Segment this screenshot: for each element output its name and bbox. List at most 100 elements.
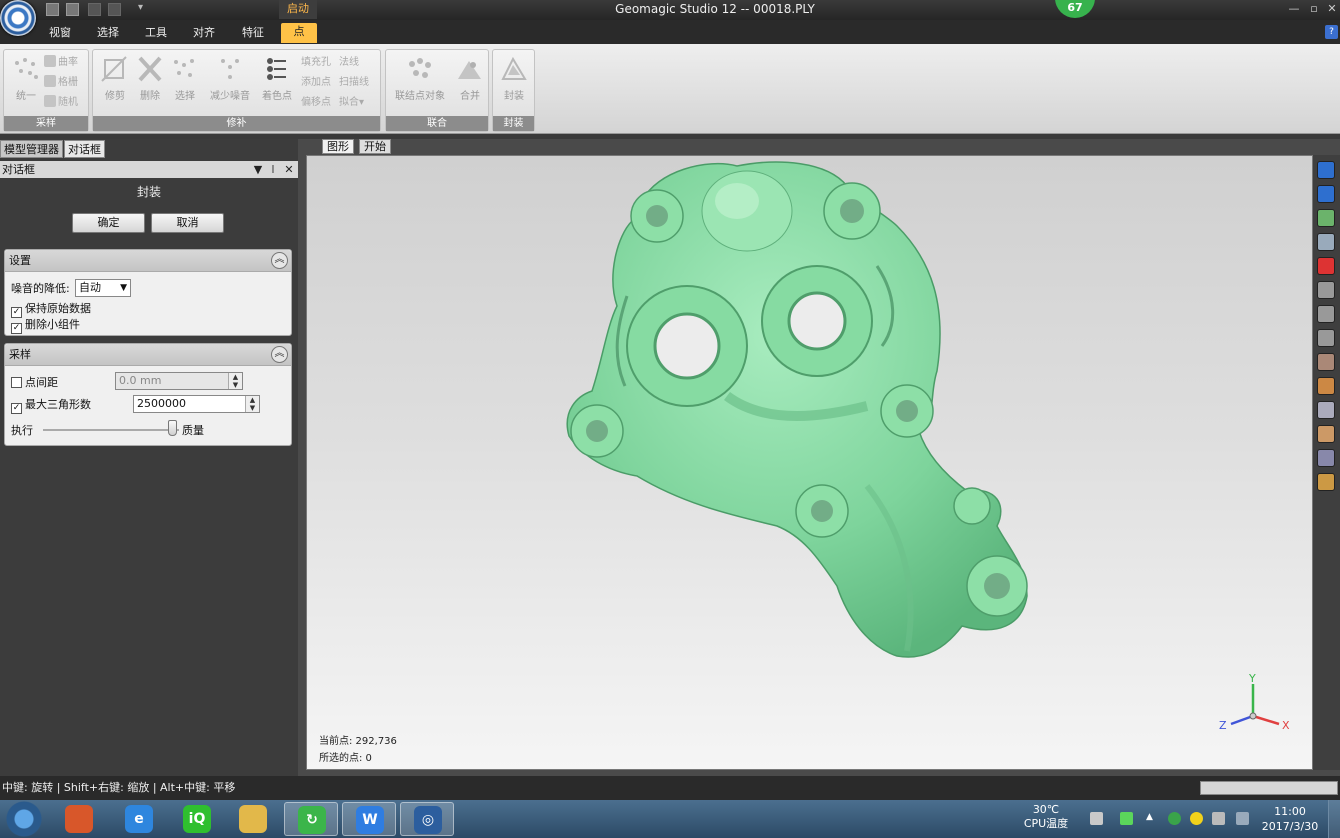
select-color-icon[interactable] <box>1317 449 1335 467</box>
taskbar-app-color-pinwheel[interactable] <box>52 802 106 836</box>
ok-button[interactable]: 确定 <box>72 213 145 233</box>
fit-button[interactable]: 拟合▾ <box>339 94 364 112</box>
quick-access-save-icon[interactable] <box>66 3 79 16</box>
random-sample-button[interactable]: 随机 <box>44 94 78 112</box>
system-clock[interactable]: 11:00 2017/3/30 <box>1258 804 1322 834</box>
point-spacing-row[interactable]: 点间距 <box>11 374 58 390</box>
reduce-noise-button[interactable]: 减少噪音 <box>205 53 255 105</box>
select-custom-icon[interactable] <box>1317 377 1335 395</box>
context-tab-qidong[interactable]: 启动 <box>279 0 317 19</box>
start-button[interactable] <box>2 801 46 837</box>
add-points-button[interactable]: 添加点 <box>301 74 331 92</box>
tab-select[interactable]: 选择 <box>90 24 126 44</box>
curvature-sample-button[interactable]: 曲率 <box>44 54 78 72</box>
quick-access-dropdown-icon[interactable]: ▾ <box>138 2 143 13</box>
max-triangles-checkbox[interactable]: ✓ <box>11 403 22 414</box>
select-through-icon[interactable] <box>1317 401 1335 419</box>
close-button[interactable]: ✕ <box>1324 1 1340 17</box>
pin-icon[interactable]: 𝍷 <box>267 161 279 178</box>
view-layer-icon[interactable] <box>1317 209 1335 227</box>
merge-button[interactable]: 合并 <box>448 53 492 105</box>
taskbar-app-ie[interactable]: e <box>112 802 166 836</box>
tab-align[interactable]: 对齐 <box>186 24 222 44</box>
collapse-up-icon[interactable]: ︽ <box>271 346 288 363</box>
app-logo-icon[interactable] <box>0 0 36 36</box>
select-rect-icon[interactable] <box>1317 281 1335 299</box>
tab-points[interactable]: 点 <box>281 23 317 43</box>
taskbar-app-refresh-green[interactable]: ↻ <box>284 802 338 836</box>
show-desktop-button[interactable] <box>1328 800 1340 838</box>
offset-points-button[interactable]: 偏移点 <box>301 94 331 112</box>
remove-small-row[interactable]: ✓ 删除小组件 <box>11 316 80 334</box>
normals-button[interactable]: 法线 <box>339 54 359 72</box>
sampling-section-header[interactable]: 采样 ︽ <box>5 344 291 366</box>
redo-icon[interactable] <box>108 3 121 16</box>
scanned-part-model[interactable]: Y X Z <box>307 156 1313 770</box>
3d-canvas[interactable]: Y X Z 当前点: 292,736 所选的点: 0 <box>306 155 1313 770</box>
notification-badge[interactable]: 67 <box>1055 0 1095 18</box>
undo-icon[interactable] <box>88 3 101 16</box>
point-spacing-input[interactable]: 0.0 mm ▲ ▼ <box>115 372 243 390</box>
select-line-icon[interactable] <box>1317 329 1335 347</box>
quality-slider-thumb[interactable] <box>168 420 178 436</box>
random-label: 随机 <box>58 97 78 108</box>
volume-icon[interactable] <box>1212 812 1225 825</box>
quality-slider-track[interactable] <box>43 429 179 431</box>
color-points-label: 着色点 <box>262 91 292 102</box>
tab-start[interactable]: 开始 <box>359 139 391 154</box>
panel-close-icon[interactable]: ✕ <box>283 161 295 178</box>
grid-sample-button[interactable]: 格栅 <box>44 74 78 92</box>
max-triangles-spinner[interactable]: ▲ ▼ <box>245 396 259 412</box>
select-lasso-icon[interactable] <box>1317 305 1335 323</box>
minimize-button[interactable]: — <box>1286 1 1302 17</box>
max-triangles-input[interactable]: 2500000 ▲ ▼ <box>133 395 260 413</box>
select-button[interactable]: 选择 <box>163 53 207 105</box>
noise-reduction-select[interactable]: 自动 ▼ <box>75 279 131 297</box>
render-mode-icon[interactable] <box>1317 257 1335 275</box>
color-points-icon <box>267 58 286 80</box>
collapse-up-icon[interactable]: ︽ <box>271 252 288 269</box>
uniform-sample-button[interactable]: 统一 <box>4 53 48 105</box>
tab-model-manager[interactable]: 模型管理器 <box>0 140 63 158</box>
taskbar-app-folder[interactable] <box>226 802 280 836</box>
point-spacing-checkbox[interactable] <box>11 377 22 388</box>
scan-lines-button[interactable]: 扫描线 <box>339 74 369 92</box>
tray-expand-icon[interactable]: ▲ <box>1146 812 1159 825</box>
tab-tools[interactable]: 工具 <box>138 24 174 44</box>
sampling-section: 采样 ︽ 点间距 0.0 mm ▲ ▼ ✓ 最大三角形数 2500000 ▲ ▼ 执行… <box>4 343 292 446</box>
point-spacing-spinner[interactable]: ▲ ▼ <box>228 373 242 389</box>
cancel-button[interactable]: 取消 <box>151 213 224 233</box>
settings-section-header[interactable]: 设置 ︽ <box>5 250 291 272</box>
view-iso-icon[interactable] <box>1317 185 1335 203</box>
max-triangles-row[interactable]: ✓ 最大三角形数 <box>11 396 91 414</box>
select-brush-icon[interactable] <box>1317 353 1335 371</box>
tab-features[interactable]: 特征 <box>235 24 271 44</box>
tab-view[interactable]: 视窗 <box>42 24 78 44</box>
view-front-icon[interactable] <box>1317 161 1335 179</box>
wrap-button[interactable]: 封装 <box>493 53 535 105</box>
select-region-icon[interactable] <box>1317 473 1335 491</box>
cpu-temperature[interactable]: 30℃ CPU温度 <box>1020 803 1072 831</box>
tab-graphics[interactable]: 图形 <box>322 139 354 154</box>
tab-dialog[interactable]: 对话框 <box>64 140 105 158</box>
keyboard-icon[interactable] <box>1090 812 1103 825</box>
zoom-icon[interactable] <box>1317 233 1335 251</box>
taskbar-app-geomagic[interactable]: ◎ <box>400 802 454 836</box>
maximize-button[interactable]: ▫ <box>1306 1 1322 17</box>
fill-holes-button[interactable]: 填充孔 <box>301 54 331 72</box>
help-icon[interactable]: ? <box>1325 25 1338 39</box>
panel-dropdown-icon[interactable]: ▼ <box>252 161 264 178</box>
security-shield-icon[interactable] <box>1168 812 1181 825</box>
performance-label: 执行 <box>11 424 33 437</box>
join-point-objects-button[interactable]: 联结点对象 <box>390 53 450 105</box>
title-bar: 启动 ▾ Geomagic Studio 12 -- 00018.PLY 67 … <box>0 0 1340 20</box>
network-icon[interactable] <box>1236 812 1249 825</box>
tray-plus-icon[interactable] <box>1190 812 1203 825</box>
battery-icon[interactable] <box>1120 812 1133 825</box>
taskbar-app-iqiyi[interactable]: iQ <box>170 802 224 836</box>
color-points-button[interactable]: 着色点 <box>255 53 299 105</box>
taskbar-app-wps[interactable]: W <box>342 802 396 836</box>
select-surface-icon[interactable] <box>1317 425 1335 443</box>
quick-access-new-icon[interactable] <box>46 3 59 16</box>
remove-small-checkbox[interactable]: ✓ <box>11 323 22 334</box>
